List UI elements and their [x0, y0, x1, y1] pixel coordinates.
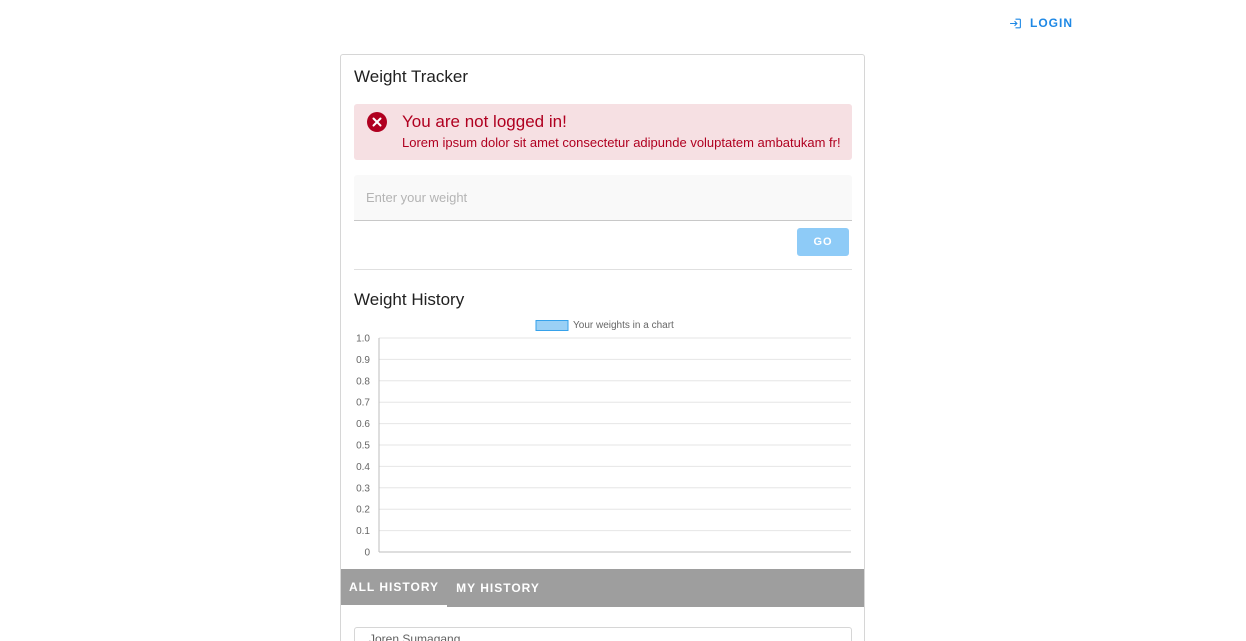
weight-field [354, 175, 852, 221]
y-tick-label: 0.3 [356, 483, 370, 494]
tab-all-history[interactable]: ALL HISTORY [341, 569, 447, 607]
go-button[interactable]: GO [797, 228, 849, 256]
legend-swatch [535, 320, 569, 331]
login-icon [1009, 17, 1022, 30]
weight-input[interactable] [354, 175, 852, 220]
list-item[interactable]: Joren Sumagang [354, 627, 852, 641]
card-title: Weight Tracker [354, 67, 469, 86]
weight-history-title: Weight History [354, 290, 465, 309]
not-logged-in-alert: You are not logged in! Lorem ipsum dolor… [354, 104, 852, 160]
login-label: LOGIN [1030, 16, 1073, 30]
history-item-name: Joren Sumagang [369, 632, 461, 641]
y-tick-label: 0.2 [356, 505, 370, 516]
tab-my-history[interactable]: MY HISTORY [447, 569, 549, 607]
y-tick-label: 0.5 [356, 441, 370, 452]
alert-title: You are not logged in! [402, 112, 567, 131]
y-tick-label: 0.9 [356, 355, 370, 366]
y-tick-label: 0.6 [356, 419, 370, 430]
login-button[interactable]: LOGIN [1003, 12, 1079, 34]
error-icon [367, 112, 387, 137]
weight-chart: Your weights in a chart 0 0.1 0.2 0.3 0.4 0.5 0… [356, 320, 851, 559]
y-tick-label: 0.1 [356, 526, 370, 537]
divider [354, 269, 852, 270]
history-tabs: ALL HISTORY MY HISTORY [341, 569, 864, 607]
y-tick-label: 0.4 [356, 462, 370, 473]
legend-label: Your weights in a chart [573, 320, 674, 331]
y-tick-label: 0.8 [356, 376, 370, 387]
y-tick-label: 0 [364, 548, 370, 559]
y-tick-label: 0.7 [356, 398, 370, 409]
weight-tracker-card: Weight Tracker You are not logged in! Lo… [340, 54, 865, 641]
alert-message: Lorem ipsum dolor sit amet consectetur a… [402, 135, 841, 150]
y-tick-label: 1.0 [356, 334, 370, 345]
